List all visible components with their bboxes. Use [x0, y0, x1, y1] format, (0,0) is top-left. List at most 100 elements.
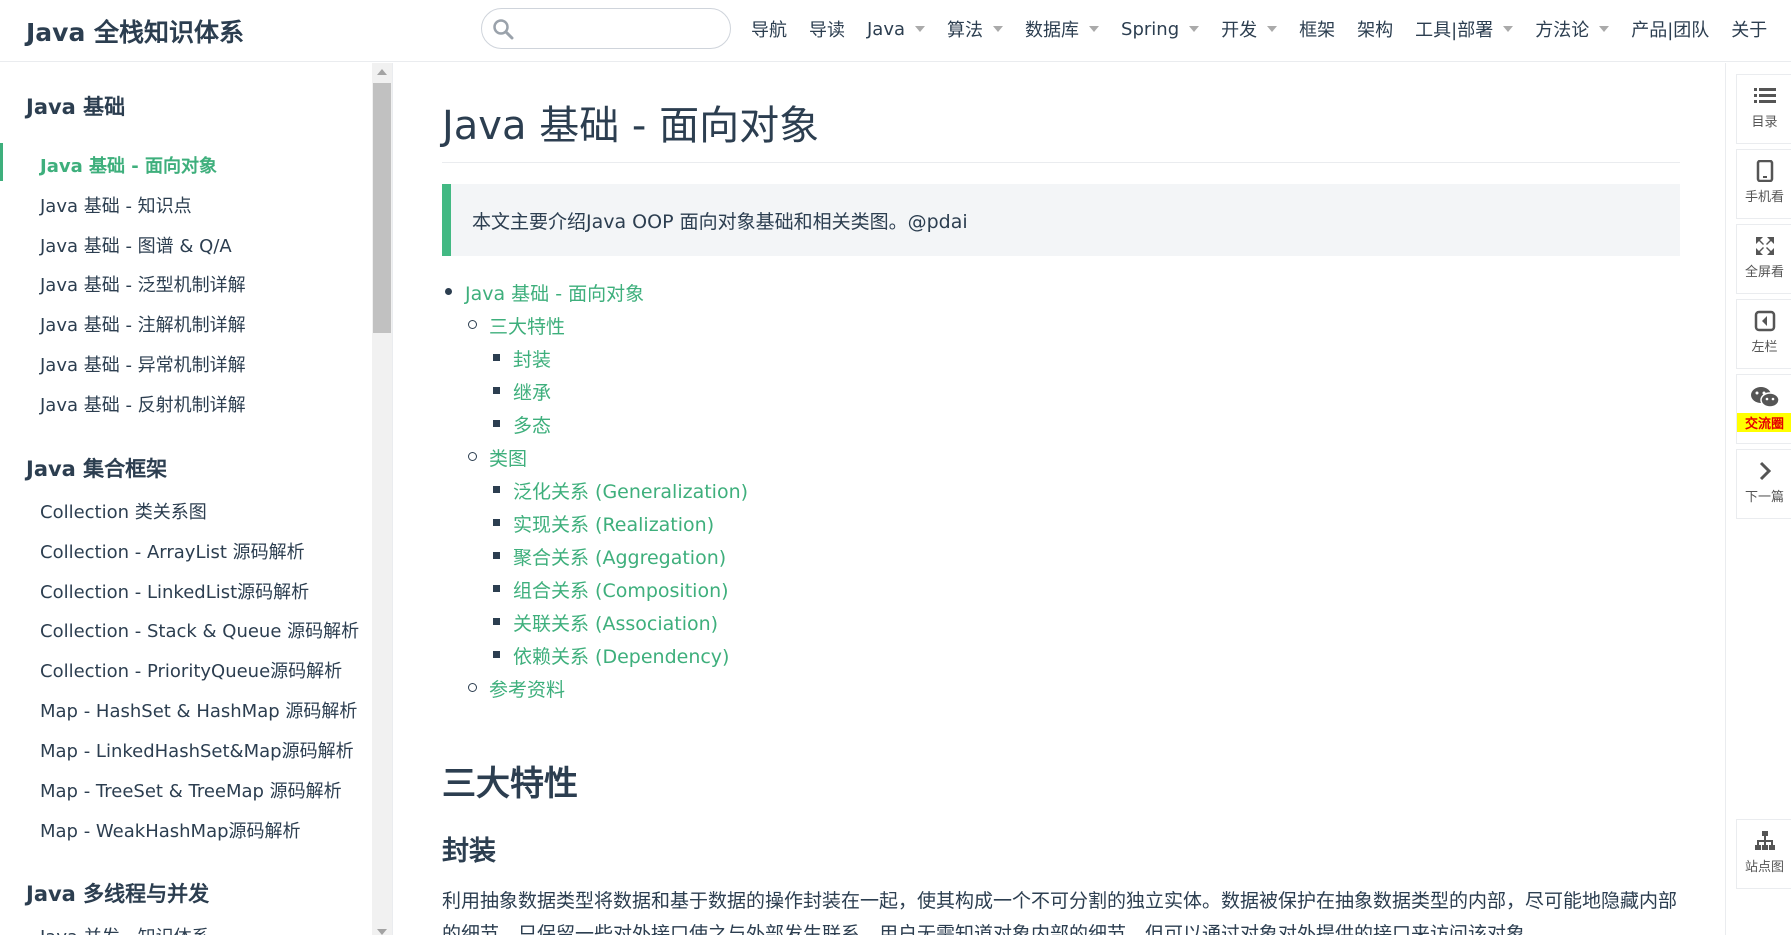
scroll-up-icon[interactable] [377, 69, 387, 75]
nav-item-algorithm[interactable]: 算法 [947, 16, 1004, 42]
nav-item-label: 架构 [1357, 20, 1394, 41]
caret-down-icon [1599, 26, 1610, 32]
caret-down-icon [1189, 26, 1200, 32]
bullet-square-icon [493, 420, 500, 427]
sidebar-link[interactable]: Java 基础 - 注解机制详解 [40, 311, 246, 337]
navbar: Java 全栈知识体系 导航 导读 Java 算法 数据库 Spring 开发 … [0, 0, 1791, 62]
sidebar-link[interactable]: Java 并发 - 知识体系 [40, 923, 210, 935]
sidebar-link[interactable]: Java 基础 - 异常机制详解 [40, 351, 246, 377]
caret-down-icon [1089, 26, 1100, 32]
toc-item-label: 继承 [513, 382, 552, 404]
sidebar-scrollbar-thumb[interactable] [373, 83, 391, 333]
nav-item-tools[interactable]: 工具|部署 [1415, 16, 1514, 42]
toolbar-label: 交流圈 [1737, 413, 1791, 432]
page-title: Java 基础 - 面向对象 [442, 103, 820, 149]
toc-item-label: 依赖关系 (Dependency) [513, 646, 730, 668]
intro-blockquote: 本文主要介绍Java OOP 面向对象基础和相关类图。@pdai [442, 184, 1680, 256]
toc-button[interactable]: 目录 [1736, 74, 1791, 144]
left-panel-button[interactable]: 左栏 [1736, 299, 1791, 369]
bullet-square-icon [493, 651, 500, 658]
search-input[interactable] [481, 8, 731, 49]
sidebar-link[interactable]: Collection - LinkedList源码解析 [40, 578, 309, 604]
nav-item-reading[interactable]: 导读 [809, 16, 845, 42]
toc-item-label: 封装 [513, 349, 552, 371]
nav-item-java[interactable]: Java [867, 18, 926, 40]
nav-item-guide[interactable]: 导航 [751, 16, 787, 42]
toc-item-label: Java 基础 - 面向对象 [465, 283, 645, 305]
bullet-square-icon [493, 486, 500, 493]
toc-item-label: 泛化关系 (Generalization) [513, 481, 749, 503]
toc-item-label: 聚合关系 (Aggregation) [513, 547, 727, 569]
toc-item-label: 关联关系 (Association) [513, 613, 719, 635]
sidebar-group-title[interactable]: Java 多线程与并发 [26, 878, 209, 908]
nav-item-product[interactable]: 产品|团队 [1631, 16, 1709, 42]
caret-down-icon [915, 26, 926, 32]
sidebar-link[interactable]: Collection 类关系图 [40, 498, 207, 524]
toc-item-label: 多态 [513, 415, 552, 437]
subsection-heading: 封装 [442, 836, 496, 867]
community-button[interactable]: 交流圈 [1736, 374, 1791, 444]
sidebar-link[interactable]: Collection - Stack & Queue 源码解析 [40, 617, 359, 643]
toolbar-label: 站点图 [1744, 860, 1784, 875]
sidebar-link[interactable]: Java 基础 - 面向对象 [40, 152, 217, 178]
caret-down-icon [1267, 26, 1278, 32]
fullscreen-button[interactable]: 全屏看 [1736, 224, 1791, 294]
sidebar-link[interactable]: Map - TreeSet & TreeMap 源码解析 [40, 777, 342, 803]
site-title[interactable]: Java 全栈知识体系 [26, 13, 244, 49]
list-icon [1753, 88, 1776, 103]
bullet-square-icon [493, 354, 500, 361]
nav-item-label: 数据库 [1025, 20, 1080, 41]
nav-item-architecture[interactable]: 架构 [1357, 16, 1393, 42]
sitemap-button[interactable]: 站点图 [1736, 819, 1791, 889]
nav-item-label: 产品|团队 [1631, 20, 1710, 41]
sidebar-link[interactable]: Java 基础 - 图谱 & Q/A [40, 232, 232, 258]
sidebar-link[interactable]: Map - WeakHashMap源码解析 [40, 817, 301, 843]
mobile-view-button[interactable]: 手机看 [1736, 149, 1791, 219]
sidebar-group-title[interactable]: Java 基础 [26, 91, 125, 121]
active-indicator [0, 143, 3, 181]
nav-item-database[interactable]: 数据库 [1025, 16, 1100, 42]
toc-item-label: 三大特性 [489, 316, 566, 338]
toolbar-label: 目录 [1751, 115, 1778, 130]
toolbar-label: 手机看 [1744, 190, 1784, 205]
nav-item-label: 算法 [947, 20, 984, 41]
bullet-circle-icon [468, 452, 477, 461]
sidebar: Java 基础 Java 基础 - 面向对象 Java 基础 - 知识点 Jav… [0, 63, 393, 935]
scroll-down-icon[interactable] [377, 929, 387, 935]
nav-item-label: 开发 [1221, 20, 1258, 41]
toolbar-label: 左栏 [1751, 340, 1778, 355]
toc-item-label: 类图 [489, 448, 528, 470]
sidebar-link[interactable]: Collection - PriorityQueue源码解析 [40, 657, 342, 683]
sidebar-link[interactable]: Map - HashSet & HashMap 源码解析 [40, 697, 357, 723]
sidebar-link[interactable]: Java 基础 - 知识点 [40, 192, 192, 218]
nav-item-label: 方法论 [1535, 20, 1590, 41]
wechat-icon [1750, 387, 1780, 408]
chevron-right-icon [1759, 461, 1771, 481]
toc-item-label: 参考资料 [489, 679, 566, 701]
title-divider [442, 162, 1680, 163]
next-page-button[interactable]: 下一篇 [1736, 449, 1791, 519]
nav-item-label: Java [867, 18, 906, 40]
sidebar-link[interactable]: Java 基础 - 反射机制详解 [40, 391, 246, 417]
caret-down-icon [1503, 26, 1514, 32]
nav-item-about[interactable]: 关于 [1731, 16, 1767, 42]
nav-item-label: 框架 [1299, 20, 1336, 41]
nav-item-label: 工具|部署 [1415, 20, 1494, 41]
nav-item-spring[interactable]: Spring [1121, 19, 1200, 40]
nav-item-methodology[interactable]: 方法论 [1535, 16, 1610, 42]
left-panel-icon [1754, 310, 1775, 332]
sidebar-group-title[interactable]: Java 集合框架 [26, 453, 167, 483]
bullet-circle-icon [468, 683, 477, 692]
nav-item-framework[interactable]: 框架 [1299, 16, 1335, 42]
sidebar-link[interactable]: Collection - ArrayList 源码解析 [40, 538, 305, 564]
bullet-square-icon [493, 585, 500, 592]
bullet-square-icon [493, 519, 500, 526]
sidebar-link[interactable]: Map - LinkedHashSet&Map源码解析 [40, 737, 354, 763]
sidebar-link[interactable]: Java 基础 - 泛型机制详解 [40, 271, 246, 297]
fullscreen-icon [1755, 237, 1774, 255]
nav-item-dev[interactable]: 开发 [1221, 16, 1278, 42]
nav-item-label: 导读 [809, 20, 845, 41]
bullet-circle-icon [468, 320, 477, 329]
article: Java 基础 - 面向对象 本文主要介绍Java OOP 面向对象基础和相关类… [442, 63, 1680, 935]
search-icon [493, 19, 514, 40]
